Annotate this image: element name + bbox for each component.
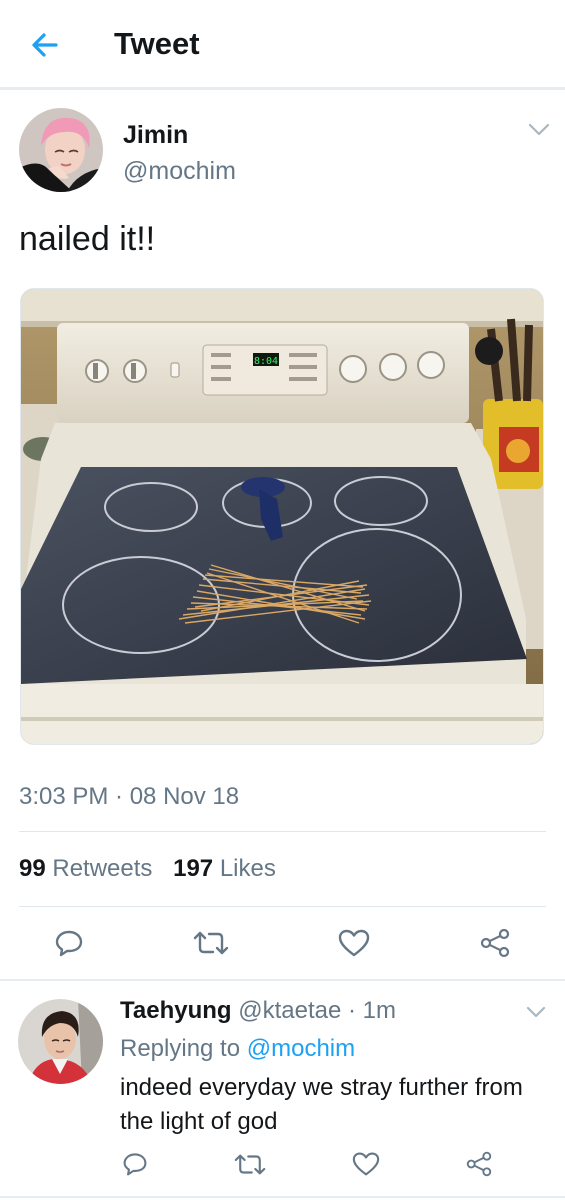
reply-text: indeed everyday we stray further from th… [120,1074,523,1135]
author-avatar[interactable] [19,108,103,192]
section-separator [0,979,565,981]
stove-clock-display: 8:04 [254,356,278,367]
heart-icon[interactable] [338,928,370,958]
tweet-text: nailed it!! [19,220,156,258]
retweet-icon[interactable] [234,1152,266,1177]
tweet-photo[interactable]: 8:04 [20,288,544,745]
retweet-label: Retweets [52,855,153,882]
replying-to: Replying to @mochim [120,1035,355,1063]
reply-author-avatar[interactable] [18,999,103,1084]
top-bar: Tweet [0,0,565,90]
share-icon[interactable] [465,1151,493,1177]
tweet-stats: 99 Retweets 197 Likes [19,855,290,883]
retweets-stat[interactable]: 99 Retweets [19,855,152,882]
tweet-timestamp: 3:03 PM · 08 Nov 18 [19,783,240,810]
chevron-down-icon[interactable] [525,1005,547,1020]
back-arrow-icon[interactable] [28,28,62,62]
replying-to-link[interactable]: @mochim [247,1035,355,1062]
like-count: 197 [173,855,214,882]
reply-icon[interactable] [54,928,84,958]
heart-icon[interactable] [352,1151,380,1177]
author-handle[interactable]: @mochim [123,157,236,186]
chevron-down-icon[interactable] [527,122,551,138]
divider [0,1196,565,1198]
share-icon[interactable] [479,928,511,958]
author-name[interactable]: Jimin [123,121,188,150]
divider [19,906,546,907]
like-label: Likes [219,855,276,882]
reply-author-name[interactable]: Taehyung [120,997,232,1024]
reply-time: · 1m [348,997,396,1024]
divider [19,831,546,832]
retweet-icon[interactable] [193,929,229,957]
page-title: Tweet [114,26,200,61]
reply-icon[interactable] [122,1151,148,1177]
reply-author-handle[interactable]: @ktaetae [238,997,341,1024]
likes-stat[interactable]: 197 Likes [173,855,276,882]
replying-prefix: Replying to [120,1035,241,1062]
retweet-count: 99 [19,855,46,882]
reply-header: Taehyung @ktaetae · 1m [120,997,396,1025]
